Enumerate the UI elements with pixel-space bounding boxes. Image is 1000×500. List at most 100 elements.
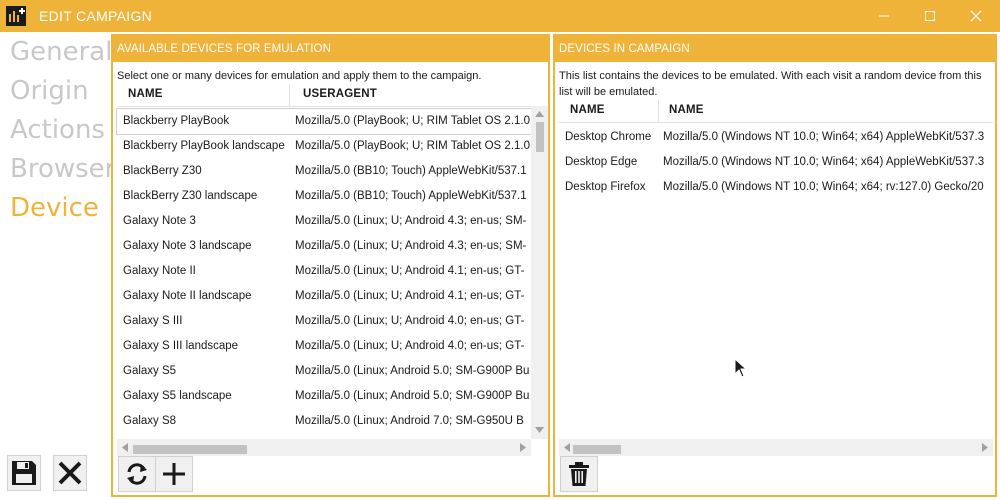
device-useragent: Mozilla/5.0 (Linux; U; Android 4.3; en-u… <box>295 215 527 227</box>
nav-item-general[interactable]: General <box>10 37 112 67</box>
horizontal-scroll-thumb[interactable] <box>573 445 621 454</box>
device-useragent: Mozilla/5.0 (Linux; Android 5.0; SM-G900… <box>295 390 530 402</box>
device-row[interactable]: Galaxy Note II Mozilla/5.0 (Linux; U; And… <box>117 259 531 284</box>
device-useragent: Mozilla/5.0 (Linux; U; Android 4.0; en-u… <box>295 340 525 352</box>
device-name: Galaxy Note II <box>123 265 196 277</box>
delete-device-button[interactable] <box>560 456 598 492</box>
campaign-device-useragent: Mozilla/5.0 (Windows NT 10.0; Win64; x64… <box>663 156 985 168</box>
close-x-icon <box>58 461 82 485</box>
device-row[interactable]: BlackBerry Z30 landscape Mozilla/5.0 (BB1… <box>117 184 531 209</box>
device-name: Galaxy Note II landscape <box>123 290 252 302</box>
scroll-left-icon[interactable] <box>122 443 128 452</box>
campaign-panel-header: DEVICES IN CAMPAIGN <box>555 36 995 62</box>
header-divider <box>559 122 993 123</box>
device-useragent: Mozilla/5.0 (BB10; Touch) AppleWebKit/53… <box>295 190 527 202</box>
device-useragent: Mozilla/5.0 (Linux; U; Android 4.3; en-u… <box>295 240 527 252</box>
device-row[interactable]: Galaxy S III Mozilla/5.0 (Linux; U; Andro… <box>117 309 531 334</box>
campaign-device-row[interactable]: Desktop Edge Mozilla/5.0 (Windows NT 10.0… <box>559 150 993 175</box>
device-row[interactable]: Galaxy S5 Mozilla/5.0 (Linux; Android 5.0… <box>117 359 531 384</box>
nav-item-actions[interactable]: Actions <box>10 115 105 145</box>
device-useragent: Mozilla/5.0 (BB10; Touch) AppleWebKit/53… <box>295 165 527 177</box>
column-separator <box>289 84 290 106</box>
device-useragent: Mozilla/5.0 (Linux; Android 7.0; SM-G950… <box>295 415 524 427</box>
device-name: Galaxy Note 3 landscape <box>123 240 252 252</box>
available-panel-header: AVAILABLE DEVICES FOR EMULATION <box>113 36 548 62</box>
device-row[interactable]: Galaxy S5 landscape Mozilla/5.0 (Linux; A… <box>117 384 531 409</box>
device-name: Galaxy S8 <box>123 415 177 427</box>
available-devices-panel: AVAILABLE DEVICES FOR EMULATION Select o… <box>111 34 550 497</box>
floppy-disk-icon <box>12 461 36 485</box>
campaign-device-name: Desktop Edge <box>565 156 638 168</box>
maximize-button[interactable] <box>907 0 953 32</box>
client-area: General Origin Actions Browser Device AV… <box>0 32 1000 500</box>
campaign-device-name: Desktop Chrome <box>565 131 652 143</box>
device-row[interactable]: BlackBerry Z30 Mozilla/5.0 (BB10; Touch) … <box>117 159 531 184</box>
campaign-device-row[interactable]: Desktop Firefox Mozilla/5.0 (Windows NT 1… <box>559 175 993 200</box>
column-separator <box>658 100 659 122</box>
plus-icon <box>163 463 185 485</box>
scroll-left-icon[interactable] <box>564 443 570 452</box>
refresh-icon <box>127 463 147 485</box>
minimize-button[interactable] <box>861 0 907 32</box>
device-useragent: Mozilla/5.0 (Linux; U; Android 4.1; en-u… <box>295 290 525 302</box>
device-row[interactable]: Blackberry PlayBook Mozilla/5.0 (PlayBook… <box>116 108 532 135</box>
device-name: Blackberry PlayBook landscape <box>123 140 285 152</box>
add-device-button[interactable] <box>155 456 193 492</box>
device-useragent: Mozilla/5.0 (Linux; Android 5.0; SM-G900… <box>295 365 530 377</box>
available-vertical-scrollbar[interactable] <box>531 106 548 439</box>
campaign-horizontal-scrollbar[interactable] <box>559 439 993 456</box>
device-name: Galaxy S5 landscape <box>123 390 232 402</box>
nav-item-device[interactable]: Device <box>10 193 99 223</box>
campaign-device-useragent: Mozilla/5.0 (Windows NT 10.0; Win64; x64… <box>663 131 985 143</box>
app-icon <box>6 6 26 26</box>
device-name: BlackBerry Z30 landscape <box>123 190 258 202</box>
save-button[interactable] <box>7 455 41 491</box>
scroll-right-icon[interactable] <box>520 443 526 452</box>
scroll-up-icon[interactable] <box>535 111 544 117</box>
campaign-device-useragent: Mozilla/5.0 (Windows NT 10.0; Win64; x64… <box>663 181 984 193</box>
campaign-column-header-useragent[interactable]: NAME <box>660 100 990 122</box>
column-header-name[interactable]: NAME <box>119 84 289 106</box>
nav-item-origin[interactable]: Origin <box>10 76 89 106</box>
window-title: EDIT CAMPAIGN <box>39 8 153 24</box>
title-bar: EDIT CAMPAIGN <box>0 0 1000 32</box>
minimize-icon <box>879 15 889 17</box>
scroll-down-icon[interactable] <box>535 427 544 433</box>
nav-item-browser[interactable]: Browser <box>10 154 115 184</box>
device-name: Galaxy S III <box>123 315 183 327</box>
device-row[interactable]: Blackberry PlayBook landscape Mozilla/5.0… <box>117 134 531 159</box>
device-row[interactable]: Galaxy Note II landscape Mozilla/5.0 (Lin… <box>117 284 531 309</box>
horizontal-scroll-thumb[interactable] <box>133 445 247 454</box>
campaign-device-name: Desktop Firefox <box>565 181 646 193</box>
trash-icon <box>569 462 589 486</box>
device-name: Galaxy S5 <box>123 365 177 377</box>
device-row[interactable]: Galaxy S8 Mozilla/5.0 (Linux; Android 7.0… <box>117 409 531 434</box>
available-horizontal-scrollbar[interactable] <box>117 439 531 456</box>
campaign-device-row[interactable]: Desktop Chrome Mozilla/5.0 (Windows NT 10… <box>559 125 993 150</box>
campaign-devices-panel: DEVICES IN CAMPAIGN This list contains t… <box>553 34 997 497</box>
cancel-button[interactable] <box>53 455 87 491</box>
maximize-icon <box>925 11 935 21</box>
scroll-right-icon[interactable] <box>982 443 988 452</box>
device-useragent: Mozilla/5.0 (PlayBook; U; RIM Tablet OS … <box>295 115 530 127</box>
close-icon <box>970 10 982 22</box>
available-description: Select one or many devices for emulation… <box>117 70 482 82</box>
device-name: Galaxy S III landscape <box>123 340 239 352</box>
column-header-useragent[interactable]: USERAGENT <box>294 84 531 106</box>
device-row[interactable]: Galaxy S III landscape Mozilla/5.0 (Linux… <box>117 334 531 359</box>
header-divider <box>117 106 531 107</box>
device-row[interactable]: Galaxy Note 3 Mozilla/5.0 (Linux; U; Andr… <box>117 209 531 234</box>
refresh-button[interactable] <box>118 456 156 492</box>
device-name: Blackberry PlayBook <box>123 115 230 127</box>
campaign-column-header-name[interactable]: NAME <box>561 100 659 122</box>
device-row[interactable]: Galaxy Note 3 landscape Mozilla/5.0 (Linu… <box>117 234 531 259</box>
campaign-description: This list contains the devices to be emu… <box>559 70 982 98</box>
vertical-scroll-thumb[interactable] <box>536 122 544 152</box>
mouse-cursor-icon <box>734 358 748 378</box>
device-useragent: Mozilla/5.0 (Linux; U; Android 4.0; en-u… <box>295 315 525 327</box>
device-useragent: Mozilla/5.0 (Linux; U; Android 4.1; en-u… <box>295 265 525 277</box>
device-name: Galaxy Note 3 <box>123 215 196 227</box>
close-window-button[interactable] <box>953 0 999 32</box>
device-useragent: Mozilla/5.0 (PlayBook; U; RIM Tablet OS … <box>295 140 530 152</box>
device-name: BlackBerry Z30 <box>123 165 202 177</box>
